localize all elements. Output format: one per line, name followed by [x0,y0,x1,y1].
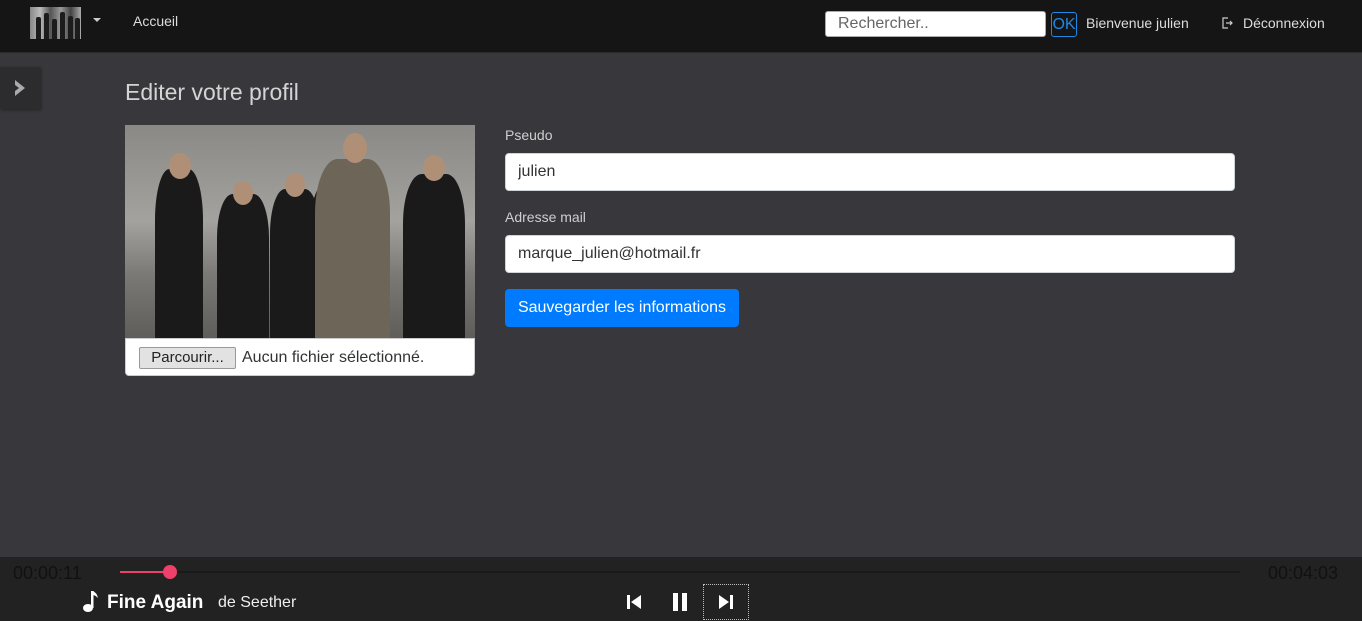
user-avatar[interactable] [30,7,81,39]
pseudo-label: Pseudo [505,127,553,143]
search-ok-button[interactable]: OK [1051,12,1077,37]
music-player: 00:00:11 00:04:03 Fine Again de Seether [0,557,1362,621]
pause-icon [673,593,687,611]
nav-home-link[interactable]: Accueil [133,13,178,29]
page-title: Editer votre profil [125,79,299,105]
progress-bar[interactable] [120,565,1240,579]
chevron-right-icon [15,80,25,96]
progress-thumb[interactable] [163,565,178,579]
email-field[interactable] [505,235,1235,273]
previous-button[interactable] [611,584,657,620]
pseudo-field[interactable] [505,153,1235,191]
track-title: Fine Again [107,592,204,613]
sidebar-toggle-button[interactable] [0,67,40,109]
elapsed-time: 00:00:11 [13,563,82,583]
search-input[interactable] [825,11,1046,37]
file-input[interactable]: Parcourir... Aucun fichier sélectionné. [125,338,475,376]
top-navbar: Accueil OK Bienvenue julien Déconnexion [0,0,1362,53]
skip-previous-icon [627,595,641,609]
browse-button[interactable]: Parcourir... [139,347,236,369]
file-status-text: Aucun fichier sélectionné. [242,349,425,366]
track-artist: de Seether [218,594,297,611]
email-label: Adresse mail [505,209,586,225]
logout-link[interactable]: Déconnexion [1243,15,1325,31]
welcome-text: Bienvenue julien [1086,15,1189,31]
skip-next-icon [719,595,733,609]
logout-icon[interactable] [1221,17,1233,29]
music-note-icon [83,591,98,612]
user-menu-caret-icon[interactable] [93,18,101,22]
total-time: 00:04:03 [1268,563,1339,583]
save-button[interactable]: Sauvegarder les informations [505,289,739,327]
next-button[interactable] [703,584,749,620]
profile-photo [125,125,475,339]
pause-button[interactable] [657,584,703,620]
